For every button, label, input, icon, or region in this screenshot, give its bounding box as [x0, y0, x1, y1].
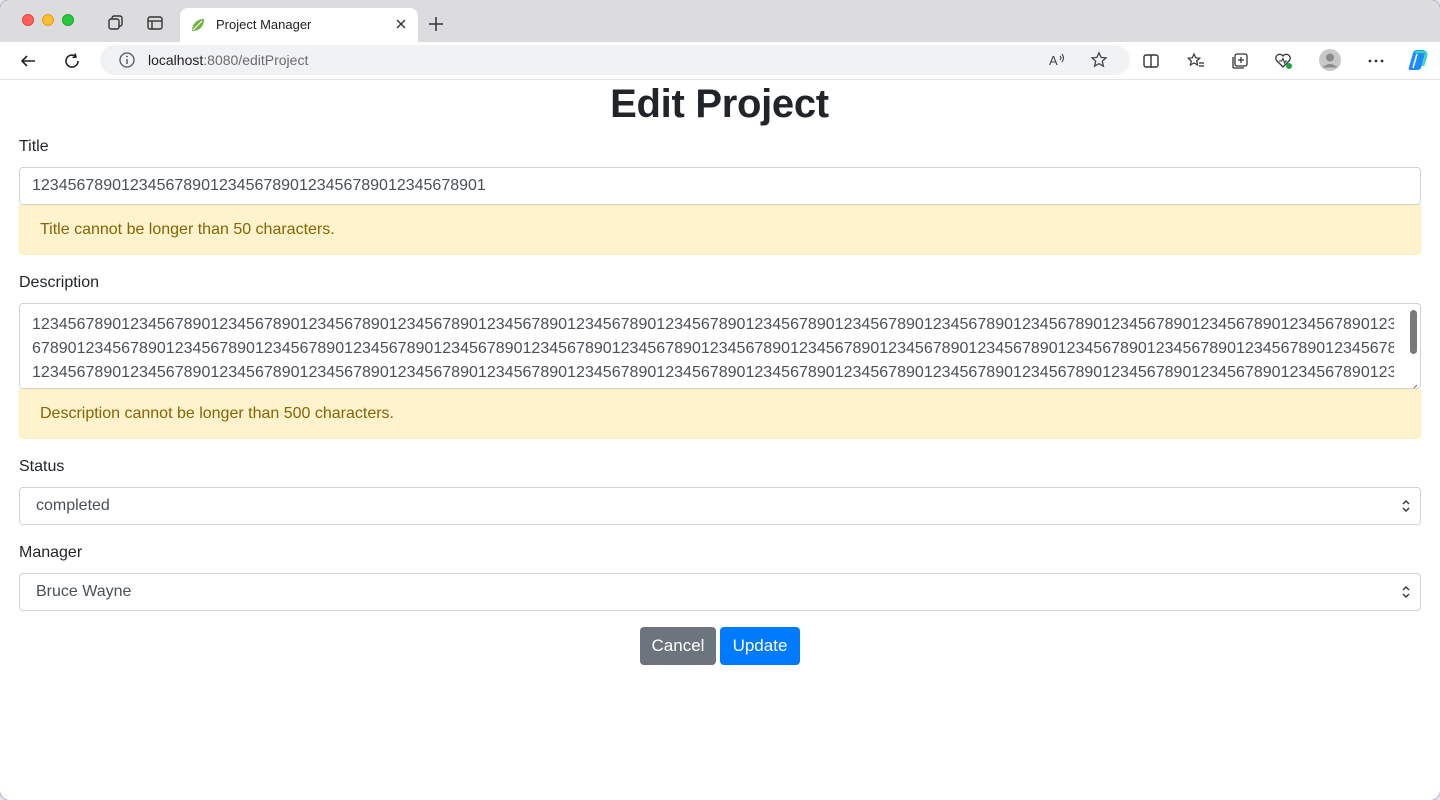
page-title: Edit Project [610, 82, 829, 126]
status-label: Status [19, 458, 65, 475]
workspaces-icon[interactable] [107, 14, 125, 32]
description-line: 6789012345678901234567890123456789012345… [32, 340, 1394, 357]
svg-text:A: A [1049, 53, 1058, 68]
description-label: Description [19, 274, 100, 291]
status-selected-value: completed [36, 497, 110, 514]
url-path: :8080/editProject [203, 52, 309, 68]
address-bar[interactable]: localhost:8080/editProject A [100, 45, 1130, 75]
profile-avatar[interactable] [1318, 48, 1342, 72]
more-menu-icon[interactable] [1366, 51, 1386, 71]
description-line: 1234567890123456789012345678901234567890… [32, 364, 1394, 381]
back-arrow-icon[interactable] [18, 51, 38, 71]
minimize-window-button[interactable] [42, 14, 54, 26]
collections-icon[interactable] [1230, 51, 1250, 71]
title-label: Title [19, 138, 49, 155]
cancel-button[interactable]: Cancel [640, 627, 716, 665]
textarea-scrollbar[interactable] [1410, 310, 1417, 354]
description-textarea[interactable]: 1234567890123456789012345678901234567890… [19, 303, 1421, 389]
update-button[interactable]: Update [720, 627, 800, 665]
favorite-star-icon[interactable] [1089, 50, 1109, 70]
page-content: Edit Project Title 123456789012345678901… [3, 80, 1436, 796]
maximize-window-button[interactable] [62, 14, 74, 26]
close-tab-icon[interactable] [392, 15, 410, 33]
chevron-updown-icon [1400, 499, 1412, 513]
manager-label: Manager [19, 544, 83, 561]
read-aloud-icon[interactable]: A [1048, 50, 1068, 70]
description-error-alert: Description cannot be longer than 500 ch… [19, 389, 1421, 439]
tab-actions-icon[interactable] [146, 14, 164, 32]
spring-leaf-icon [190, 17, 206, 33]
chevron-updown-icon [1400, 585, 1412, 599]
resize-grip-icon[interactable] [1409, 377, 1418, 388]
new-tab-icon[interactable] [426, 14, 446, 34]
reload-icon[interactable] [62, 51, 82, 71]
browser-toolbar: localhost:8080/editProject A [0, 42, 1440, 80]
browser-window: Project Manager localhost:8080/editProje… [0, 0, 1440, 800]
status-select[interactable]: completed [19, 487, 1421, 525]
favorites-icon[interactable] [1186, 51, 1206, 71]
browser-essentials-icon[interactable] [1274, 51, 1294, 71]
tab-project-manager[interactable]: Project Manager [180, 8, 418, 42]
tab-title: Project Manager [216, 17, 312, 32]
manager-select[interactable]: Bruce Wayne [19, 573, 1421, 611]
url-host: localhost [148, 52, 204, 68]
title-input[interactable]: 1234567890123456789012345678901234567890… [19, 167, 1421, 205]
close-window-button[interactable] [22, 14, 34, 26]
site-info-icon[interactable] [118, 51, 136, 69]
manager-selected-value: Bruce Wayne [36, 583, 132, 600]
url-text: localhost:8080/editProject [148, 52, 308, 68]
split-screen-icon[interactable] [1141, 51, 1161, 71]
copilot-icon[interactable] [1406, 48, 1430, 72]
title-error-alert: Title cannot be longer than 50 character… [19, 205, 1421, 255]
tab-strip: Project Manager [0, 0, 1440, 42]
description-line: 1234567890123456789012345678901234567890… [32, 316, 1394, 333]
